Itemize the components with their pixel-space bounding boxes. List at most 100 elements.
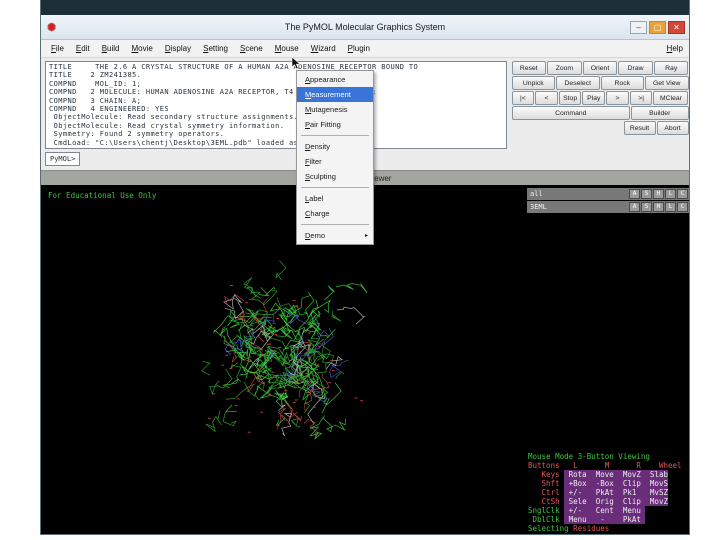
console-line: COMPND 2 MOLECULE: HUMAN ADENOSINE A2A R… [49,88,377,97]
wizard-item-label: Charge [305,209,330,218]
mouse-panel-line: SnglClk +/- Cent Menu [528,506,646,515]
mouse-panel-line: Ctrl +/- PkAt Pk1 MvSZ [528,488,668,497]
object-name: 3EML [530,203,547,211]
wizard-menu-item-charge[interactable]: Charge [297,206,373,221]
object-row-all[interactable]: all A S H L C [527,188,689,200]
object-button-h[interactable]: H [653,202,664,212]
menu-item-scene[interactable]: Scene [234,42,269,55]
menu-item-setting[interactable]: Setting [197,42,234,55]
object-button-s[interactable]: S [641,202,652,212]
menu-item-help[interactable]: Help [661,42,689,55]
object-button-c[interactable]: C [677,189,688,199]
mouse-panel-line: Buttons L M R Wheel [528,461,682,470]
menu-separator [301,187,369,188]
menu-bar-items: File Edit Build Movie Display Setting Scene Mou… [45,42,376,55]
menu-item-plugin[interactable]: Plugin [342,42,376,55]
object-row-3eml[interactable]: 3EML A S H L C [527,201,689,213]
top-strip [41,0,689,15]
maximize-button[interactable]: ▢ [649,20,666,34]
object-button-l[interactable]: L [665,189,676,199]
wizard-item-label: Demo [305,231,326,240]
object-button-h[interactable]: H [653,189,664,199]
wizard-item-label: Pair Fitting [305,120,341,129]
wizard-item-label: Sculpting [305,172,336,181]
menu-item-mouse[interactable]: Mouse [269,42,305,55]
button-r2c5[interactable]: >| [629,91,653,105]
console-line: CmdLoad: "C:\Users\chentj\Desktop\3EML.p… [49,138,336,147]
console-line: ObjectMolecule: Read crystal symmetry in… [49,121,285,130]
object-button-a[interactable]: A [629,202,640,212]
wizard-menu-item-appearance[interactable]: Appearance [297,72,373,87]
window-controls: – ▢ ✕ [630,20,685,34]
wizard-item-label: Appearance [305,75,346,84]
control-panel: Reset Zoom Orient Draw Ray Unpick Deselect Rock… [511,61,689,136]
object-panel: all A S H L C 3EML A S H L C [526,185,689,213]
close-button[interactable]: ✕ [668,20,685,34]
menu-item-display[interactable]: Display [159,42,197,55]
button-get-view[interactable]: Get View [645,76,689,90]
title-bar[interactable]: ✺ The PyMOL Molecular Graphics System – … [41,15,689,40]
wizard-menu-item-filter[interactable]: Filter [297,154,373,169]
menu-item-build[interactable]: Build [96,42,126,55]
menu-separator [301,224,369,225]
wizard-menu-item-label[interactable]: Label [297,191,373,206]
button-r2c1[interactable]: < [535,91,558,105]
menu-item-wizard[interactable]: Wizard [305,42,342,55]
wizard-item-label: Filter [305,157,322,166]
mouse-panel: Mouse Mode 3-Button Viewing Buttons L M R… [528,452,689,533]
button-r2c0[interactable]: |< [511,91,535,105]
button-builder[interactable]: Builder [631,106,689,120]
wizard-menu-item-density[interactable]: Density [297,139,373,154]
button-command[interactable]: Command [511,106,631,120]
object-button-c[interactable]: C [677,202,688,212]
console-line: ObjectMolecule: Read secondary structure… [49,113,299,122]
object-button-s[interactable]: S [641,189,652,199]
button-orient[interactable]: Orient [582,61,618,75]
button-ray[interactable]: Ray [653,61,689,75]
mouse-cursor [291,56,301,70]
console-line: COMPND 4 ENGINEERED: YES [49,105,169,114]
wizard-item-label: Measurement [305,90,351,99]
console-output[interactable]: TITLE THE 2.6 A CRYSTAL STRUCTURE OF A H… [45,61,507,149]
mouse-panel-line: Selecting Residues [528,524,610,533]
molecule-render [201,260,368,440]
button-result[interactable]: Result [623,121,656,135]
button-reset[interactable]: Reset [511,61,547,75]
minimize-button[interactable]: – [630,20,647,34]
menu-separator [301,135,369,136]
wizard-menu-item-sculpting[interactable]: Sculpting [297,169,373,184]
button-abort[interactable]: Abort [656,121,689,135]
pymol-application-window: ✺ The PyMOL Molecular Graphics System – … [40,0,690,535]
button-zoom[interactable]: Zoom [547,61,582,75]
object-button-a[interactable]: A [629,189,640,199]
button-mclear[interactable]: MClear [653,91,689,105]
edu-watermark: For Educational Use Only [48,191,157,200]
menu-bar: File Edit Build Movie Display Setting Scene Mou… [41,40,689,58]
wizard-menu-item-pair-fitting[interactable]: Pair Fitting [297,117,373,132]
mouse-panel-line: CtSh Sele Orig Clip MovZ [528,497,668,506]
console-line: COMPND 3 CHAIN: A; [49,96,142,105]
menu-item-movie[interactable]: Movie [126,42,159,55]
window-title: The PyMOL Molecular Graphics System [284,22,446,32]
viewport-3d[interactable]: For Educational Use Only [41,185,526,534]
menu-item-edit[interactable]: Edit [70,42,96,55]
console-line: COMPND MOL_ID: 1; [49,79,142,88]
wizard-item-label: Density [305,142,331,151]
object-button-l[interactable]: L [665,202,676,212]
wizard-menu-item-measurement[interactable]: Measurement [297,87,373,102]
wizard-menu-item-demo[interactable]: Demo ▸ [297,228,373,243]
button-unpick[interactable]: Unpick [511,76,555,90]
button-play[interactable]: Play [582,91,606,105]
wizard-menu-item-mutagenesis[interactable]: Mutagenesis [297,102,373,117]
button-r2c4[interactable]: > [606,91,629,105]
submenu-arrow-icon: ▸ [364,233,368,239]
button-stop[interactable]: Stop [558,91,582,105]
menu-item-file[interactable]: File [45,42,70,55]
button-draw[interactable]: Draw [618,61,653,75]
wizard-item-label: Mutagenesis [305,105,348,114]
button-rock[interactable]: Rock [600,76,644,90]
command-input[interactable]: PyMOL> [45,152,81,166]
button-deselect[interactable]: Deselect [556,76,600,90]
console-line: Symmetry: Found 2 symmetry operators. [49,130,225,139]
mouse-panel-line: Keys Rota Move MovZ Slab [528,470,668,479]
